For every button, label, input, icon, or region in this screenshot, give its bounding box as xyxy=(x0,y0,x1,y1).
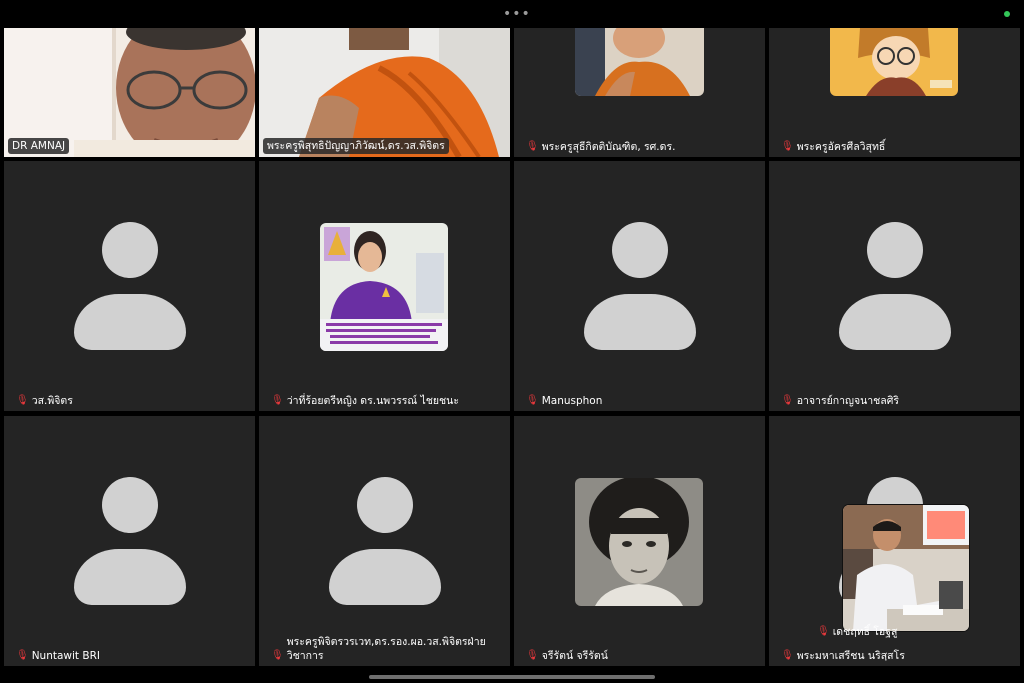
participant-video xyxy=(575,28,704,96)
participant-name-tag: พระครูพิสุทธิปัญญาภิวัฒน์,ดร.วส.พิจิตร xyxy=(263,138,449,154)
mic-muted-icon: 🎙︎ xyxy=(526,141,539,152)
self-view-window[interactable] xyxy=(843,505,969,631)
participant-name: พระมหาเสรีชน นริสฺสโร xyxy=(796,650,905,662)
participant-tile[interactable]: 🎙︎ พระมหาเสรีชน นริสฺสโร 🎙︎ เดชฤทธิ์ โอฐ… xyxy=(769,416,1020,666)
participant-video xyxy=(830,28,958,96)
mic-muted-icon: 🎙︎ xyxy=(781,650,794,661)
participant-video xyxy=(575,478,703,606)
mic-muted-icon: 🎙︎ xyxy=(271,395,284,406)
participant-tile[interactable]: 🎙︎ Nuntawit BRI xyxy=(4,416,255,666)
participant-name-tag: 🎙︎ พระครูอัครศีลวิสุทธิ์ xyxy=(777,139,889,155)
participant-tile[interactable]: DR AMNAJ xyxy=(4,28,255,157)
participant-name: จรีรัตน์ จรีรัตน์ xyxy=(541,650,608,662)
participant-name-tag: 🎙︎ อาจารย์กาญจนาชลศิริ xyxy=(777,393,903,409)
self-view-name-tag: 🎙︎ เดชฤทธิ์ โอฐสู xyxy=(813,624,901,640)
participant-video xyxy=(320,223,448,351)
participant-name: วส.พิจิตร xyxy=(31,395,73,407)
mic-muted-icon: 🎙︎ xyxy=(271,650,284,661)
default-avatar-icon xyxy=(73,222,186,350)
mic-muted-icon: 🎙︎ xyxy=(16,395,29,406)
home-indicator[interactable] xyxy=(369,675,655,679)
participant-name-tag: DR AMNAJ xyxy=(8,138,70,154)
mic-muted-icon: 🎙︎ xyxy=(526,395,539,406)
mic-muted-icon: 🎙︎ xyxy=(781,141,794,152)
participant-name-tag: 🎙︎ พระมหาเสรีชน นริสฺสโร xyxy=(777,648,909,664)
more-options-button[interactable]: ••• xyxy=(503,7,531,21)
participant-tile[interactable]: พระครูพิสุทธิปัญญาภิวัฒน์,ดร.วส.พิจิตร xyxy=(259,28,510,157)
mic-muted-icon: 🎙︎ xyxy=(817,626,830,637)
participant-name: พระครูพิจิตรวรเวท,ดร.รอง.ผอ.วส.พิจิตรฝ่า… xyxy=(286,636,486,662)
participant-name: อาจารย์กาญจนาชลศิริ xyxy=(796,395,900,407)
participant-tile[interactable]: 🎙︎ จรีรัตน์ จรีรัตน์ xyxy=(514,416,765,666)
participant-name: Manusphon xyxy=(541,395,603,407)
self-view-name: เดชฤทธิ์ โอฐสู xyxy=(832,626,898,638)
mic-muted-icon: 🎙︎ xyxy=(526,650,539,661)
participant-name-tag: 🎙︎ Nuntawit BRI xyxy=(12,648,104,664)
participant-name-tag: 🎙︎ วส.พิจิตร xyxy=(12,393,77,409)
participant-tile[interactable]: 🎙︎ พระครูอัครศีลวิสุทธิ์ xyxy=(769,28,1020,157)
participant-name-tag: 🎙︎ พระครูพิจิตรวรเวท,ดร.รอง.ผอ.วส.พิจิตร… xyxy=(267,634,490,664)
participant-tile[interactable]: 🎙︎ Manusphon xyxy=(514,161,765,411)
participant-name-tag: 🎙︎ Manusphon xyxy=(522,393,606,409)
top-bar: ••• xyxy=(0,0,1024,28)
camera-active-indicator xyxy=(1004,11,1010,17)
self-view-video xyxy=(843,505,969,631)
default-avatar-icon xyxy=(583,222,696,350)
participant-name: DR AMNAJ xyxy=(12,140,66,152)
video-grid: DR AMNAJ พระครูพิสุทธิปัญญาภิวัฒน์,ดร.วส… xyxy=(4,28,1020,668)
participant-name-tag: 🎙︎ พระครูสุธีกิตติบัณฑิต, รศ.ดร. xyxy=(522,139,679,155)
participant-name: พระครูสุธีกิตติบัณฑิต, รศ.ดร. xyxy=(541,141,676,153)
participant-tile[interactable]: 🎙︎ วส.พิจิตร xyxy=(4,161,255,411)
participant-tile[interactable]: 🎙︎ อาจารย์กาญจนาชลศิริ xyxy=(769,161,1020,411)
participant-name-tag: 🎙︎ ว่าที่ร้อยตรีหญิง ดร.นพวรรณ์ ไชยชนะ xyxy=(267,393,463,409)
default-avatar-icon xyxy=(838,222,951,350)
default-avatar-icon xyxy=(328,477,441,605)
participant-name: พระครูอัครศีลวิสุทธิ์ xyxy=(796,141,886,153)
default-avatar-icon xyxy=(73,477,186,605)
mic-muted-icon: 🎙︎ xyxy=(16,650,29,661)
participant-name-tag: 🎙︎ จรีรัตน์ จรีรัตน์ xyxy=(522,648,612,664)
participant-name: Nuntawit BRI xyxy=(31,650,100,662)
participant-tile[interactable]: 🎙︎ พระครูพิจิตรวรเวท,ดร.รอง.ผอ.วส.พิจิตร… xyxy=(259,416,510,666)
participant-tile[interactable]: 🎙︎ ว่าที่ร้อยตรีหญิง ดร.นพวรรณ์ ไชยชนะ xyxy=(259,161,510,411)
mic-muted-icon: 🎙︎ xyxy=(781,395,794,406)
participant-name: พระครูพิสุทธิปัญญาภิวัฒน์,ดร.วส.พิจิตร xyxy=(267,140,445,152)
participant-tile[interactable]: 🎙︎ พระครูสุธีกิตติบัณฑิต, รศ.ดร. xyxy=(514,28,765,157)
participant-name: ว่าที่ร้อยตรีหญิง ดร.นพวรรณ์ ไชยชนะ xyxy=(286,395,459,407)
